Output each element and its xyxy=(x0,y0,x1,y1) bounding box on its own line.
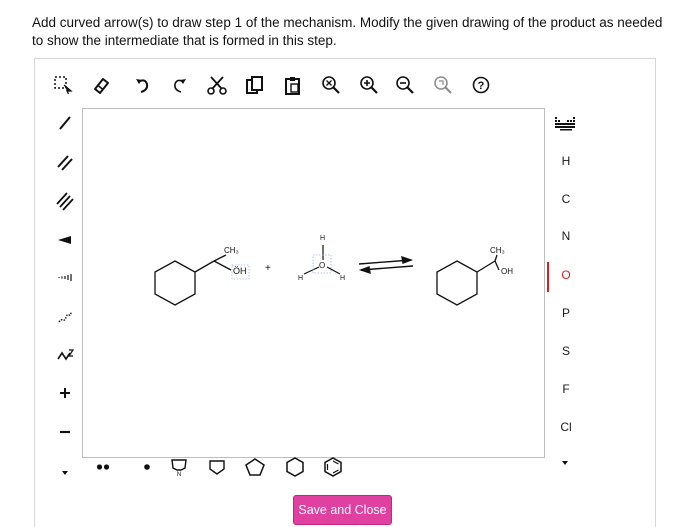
atom-s[interactable]: S xyxy=(552,340,580,362)
hash-bond-icon[interactable] xyxy=(52,264,78,290)
left-more-icon[interactable] xyxy=(52,460,78,486)
svg-text:?: ? xyxy=(478,80,485,92)
wedge-bond-icon[interactable] xyxy=(52,226,78,252)
mechanism-drawing: CH₃ ÖH + H H H O CH₃ OH xyxy=(154,235,513,306)
hydronium-h-right: H xyxy=(340,275,345,282)
save-and-close-button[interactable]: Save and Close xyxy=(293,495,392,525)
single-bond-icon[interactable] xyxy=(52,110,78,136)
product-molecule[interactable] xyxy=(436,254,500,306)
pyrrole-ring-icon[interactable]: N xyxy=(166,454,192,480)
product-ch3-label: CH₃ xyxy=(490,246,505,255)
triple-bond-icon[interactable] xyxy=(52,188,78,214)
left-toolbar xyxy=(52,108,80,458)
svg-text:N: N xyxy=(177,472,181,478)
eraser-icon[interactable] xyxy=(88,72,114,98)
atom-cl[interactable]: Cl xyxy=(552,416,580,438)
help-icon[interactable]: ? xyxy=(468,72,494,98)
hydronium-o-label: O xyxy=(319,261,325,270)
bottom-toolbar: N xyxy=(52,454,582,484)
benzene-icon[interactable] xyxy=(320,454,346,480)
periodic-table-icon[interactable] xyxy=(552,110,578,136)
cyclopentane-icon[interactable] xyxy=(242,454,268,480)
zoom-in-icon[interactable] xyxy=(356,72,382,98)
paste-icon[interactable] xyxy=(280,72,306,98)
copy-icon[interactable] xyxy=(242,72,268,98)
drawing-canvas[interactable]: CH₃ ÖH + H H H O CH₃ OH xyxy=(82,108,545,458)
zoom-out-icon[interactable] xyxy=(392,72,418,98)
atom-h[interactable]: H xyxy=(552,150,580,172)
hydronium-h-left: H xyxy=(298,275,303,282)
zoom-reset-icon[interactable] xyxy=(430,72,456,98)
select-icon[interactable] xyxy=(50,72,76,98)
prompt-line-2: to show the intermediate that is formed … xyxy=(32,33,337,48)
atom-c[interactable]: C xyxy=(552,188,580,210)
hydronium-h-top: H xyxy=(320,235,325,242)
selected-atom-indicator xyxy=(547,262,549,292)
atom-n[interactable]: N xyxy=(552,225,580,247)
undo-icon[interactable] xyxy=(130,72,156,98)
product-oh-label: OH xyxy=(501,267,513,276)
redo-icon[interactable] xyxy=(166,72,192,98)
cyclobutane-icon[interactable] xyxy=(204,454,230,480)
atom-palette: H C N O P S F Cl xyxy=(552,108,582,465)
wavy-bond-icon[interactable] xyxy=(52,304,78,330)
equilibrium-arrow xyxy=(358,255,414,275)
reactant-molecule[interactable] xyxy=(154,254,232,306)
reactant-ch3-label: CH₃ xyxy=(224,246,239,255)
atom-f[interactable]: F xyxy=(552,378,580,400)
zoom-fit-icon[interactable] xyxy=(318,72,344,98)
single-electron-icon[interactable] xyxy=(134,454,160,480)
cyclohexane-icon[interactable] xyxy=(282,454,308,480)
atom-p[interactable]: P xyxy=(552,302,580,324)
positive-charge-icon[interactable] xyxy=(52,380,78,406)
double-bond-icon[interactable] xyxy=(52,150,78,176)
atom-o[interactable]: O xyxy=(552,264,580,286)
lone-pair-icon[interactable] xyxy=(90,454,116,480)
question-prompt: Add curved arrow(s) to draw step 1 of th… xyxy=(32,14,672,50)
chain-icon[interactable] xyxy=(52,342,78,368)
plus-sign: + xyxy=(265,263,271,274)
cut-icon[interactable] xyxy=(204,72,230,98)
negative-charge-icon[interactable] xyxy=(52,418,78,444)
prompt-line-1: Add curved arrow(s) to draw step 1 of th… xyxy=(32,15,663,30)
reactant-oh-label: ÖH xyxy=(233,266,247,276)
